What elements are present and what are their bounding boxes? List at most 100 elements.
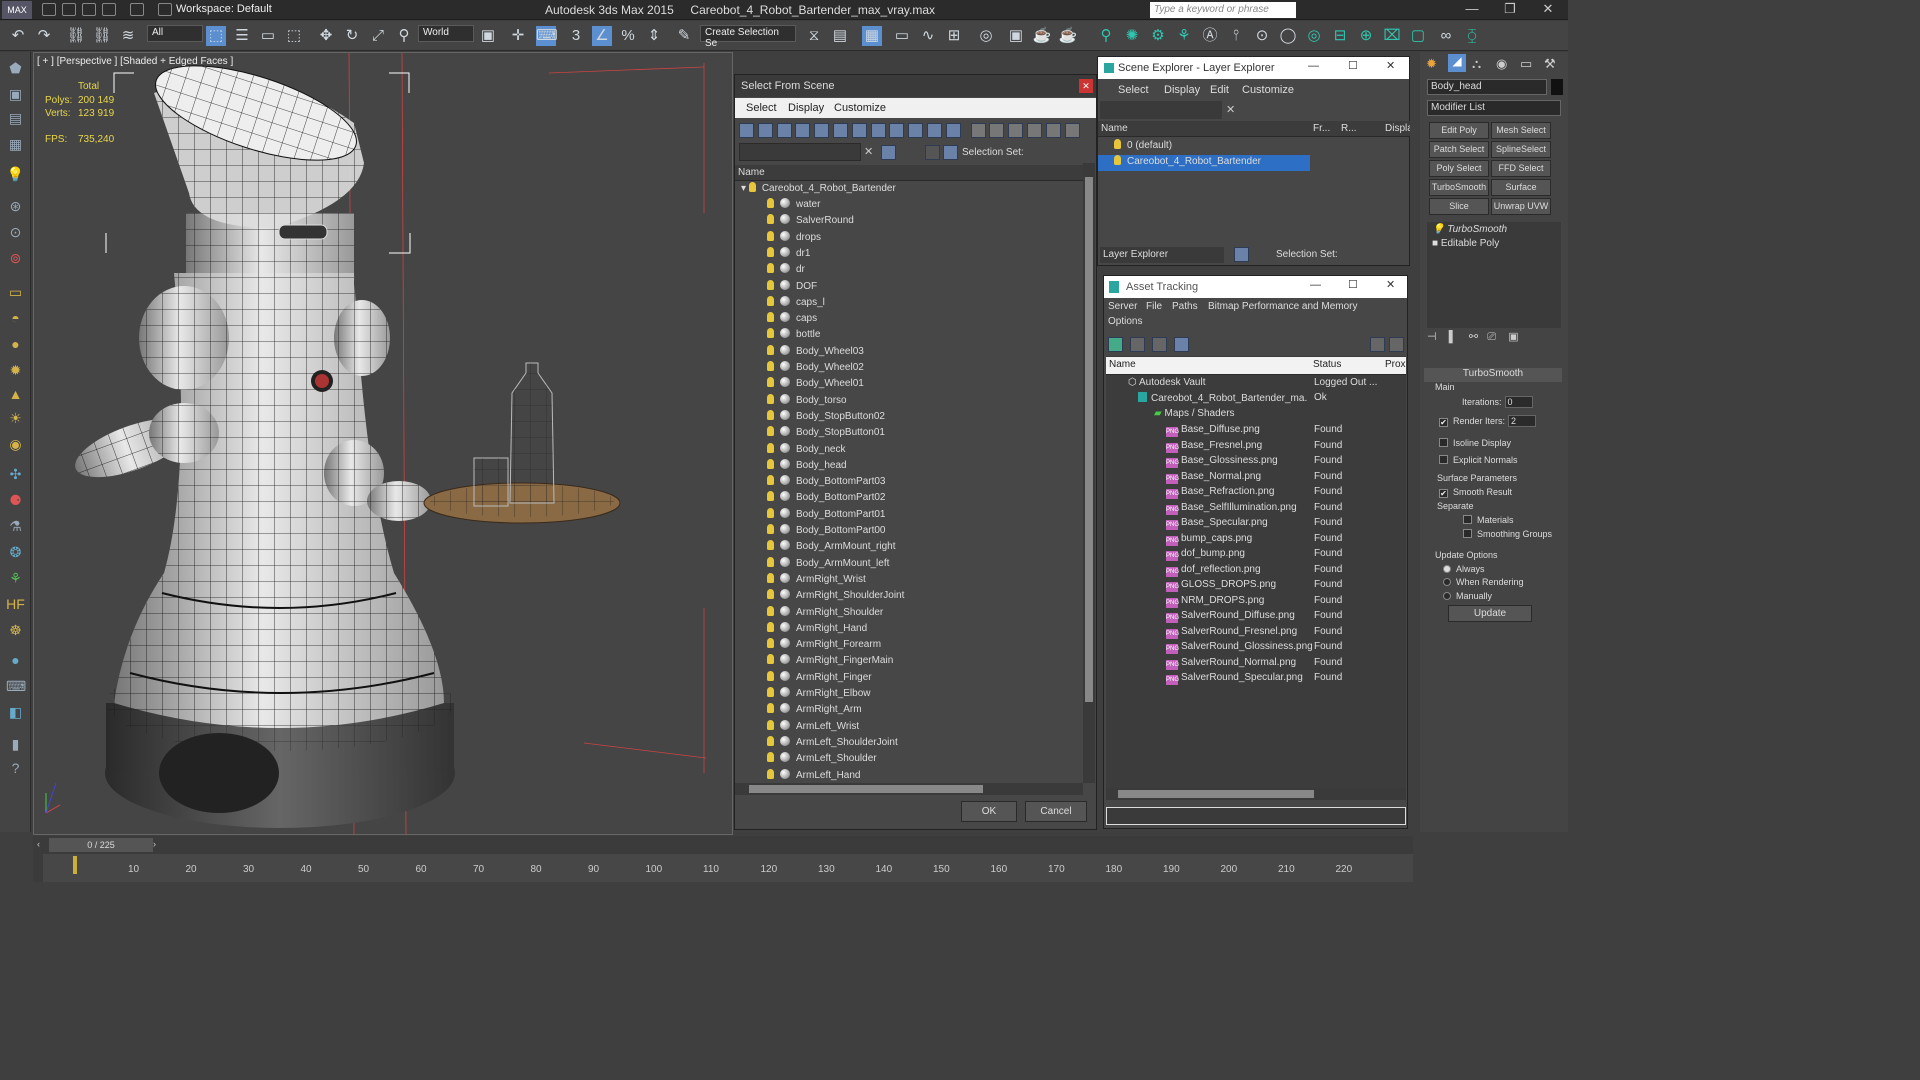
vray-toolbar-icon[interactable]: ◯ — [1278, 26, 1298, 46]
name-column-header[interactable]: Name — [735, 165, 1083, 181]
workspace-selector[interactable]: Workspace: Default — [176, 3, 272, 15]
minimize-button[interactable]: — — [1310, 279, 1321, 291]
rollout-header[interactable]: TurboSmooth — [1424, 368, 1562, 382]
stack-item-turbosmooth[interactable]: 💡 TurboSmooth — [1432, 224, 1507, 235]
spacewarp-icon[interactable]: ⊚ — [6, 250, 25, 269]
open-file-icon[interactable] — [62, 3, 76, 16]
clear-icon[interactable]: ✕ — [1226, 103, 1235, 116]
layer-icon[interactable] — [925, 145, 940, 160]
pivot-icon[interactable]: ▣ — [478, 26, 498, 46]
vray-logo-icon[interactable]: ◧ — [6, 704, 25, 723]
layer-row-careobot[interactable]: Careobot_4_Robot_Bartender — [1098, 155, 1310, 171]
filter-helpers-icon[interactable] — [814, 123, 830, 138]
filter-xrefs-icon[interactable] — [870, 123, 886, 138]
modifier-button[interactable]: Edit Poly — [1429, 122, 1489, 139]
filter-frozen-icon[interactable] — [927, 123, 942, 138]
filter-containers-icon[interactable] — [908, 123, 924, 138]
name-column-header[interactable]: Name — [1106, 357, 1310, 375]
filter-all-icon[interactable] — [970, 123, 986, 138]
modifier-list-combo[interactable]: Modifier List — [1427, 100, 1561, 116]
mirror-icon[interactable]: ⧖ — [804, 26, 824, 46]
asset-map-row[interactable]: PNG Base_SelfIllumination.png — [1166, 502, 1297, 518]
scene-object-row[interactable]: ArmLeft_Wrist — [767, 719, 859, 736]
cylinder-icon[interactable]: ▤ — [6, 110, 25, 129]
project-icon[interactable] — [158, 3, 172, 16]
vray-sphere-icon[interactable]: ⫯ — [1226, 26, 1246, 46]
vertical-scrollbar[interactable] — [1083, 163, 1095, 783]
scale-icon[interactable]: ⤢ — [368, 26, 388, 46]
help-icon[interactable]: ? — [6, 760, 25, 779]
select-by-name-icon[interactable]: ☰ — [232, 26, 252, 46]
explicit-normals-checkbox[interactable]: Explicit Normals — [1439, 455, 1518, 465]
proxy-column-header[interactable]: Prox — [1382, 357, 1406, 375]
scene-object-row[interactable]: Body_BottomPart01 — [767, 507, 886, 524]
layer-mode-icon[interactable] — [1234, 247, 1249, 262]
filter-cameras-icon[interactable] — [795, 123, 811, 138]
spinner-snap-icon[interactable]: ⇕ — [644, 26, 664, 46]
select-object-icon[interactable]: ⬚ — [206, 26, 226, 46]
filter-collapse-icon[interactable] — [1064, 123, 1080, 138]
clear-icon[interactable]: ✕ — [864, 145, 873, 158]
scene-object-row[interactable]: ArmRight_Elbow — [767, 687, 870, 703]
scene-object-row[interactable]: water — [767, 198, 820, 214]
vray-proxy-icon[interactable]: ⚙ — [1148, 26, 1168, 46]
menu-bitmap-performance[interactable]: Bitmap Performance and Memory — [1208, 301, 1358, 312]
menu-server[interactable]: Server — [1108, 301, 1137, 312]
refresh-icon[interactable] — [1108, 337, 1123, 352]
app-logo-icon[interactable]: MAX — [2, 1, 32, 19]
scene-object-row[interactable]: Body_Wheel02 — [767, 361, 864, 377]
scene-object-row[interactable]: Body_Wheel01 — [767, 377, 864, 393]
system-icon[interactable]: ▭ — [6, 284, 25, 303]
redo-icon[interactable]: ↷ — [34, 26, 54, 46]
close-button[interactable]: ✕ — [1386, 278, 1395, 291]
asset-map-row[interactable]: PNG SalverRound_Specular.png — [1166, 672, 1303, 688]
menu-select[interactable]: Select — [746, 102, 777, 114]
smooth-result-checkbox[interactable]: ✔ Smooth Result — [1439, 487, 1512, 498]
edit-named-selection-icon[interactable]: ✎ — [674, 26, 694, 46]
rendered-frame-icon[interactable]: ☕ — [1032, 26, 1052, 46]
ok-button[interactable]: OK — [961, 801, 1017, 822]
window-crossing-icon[interactable]: ⬚ — [284, 26, 304, 46]
vray-fur2-icon[interactable]: ∞ — [1436, 26, 1456, 46]
unlink-icon[interactable]: ⛓ — [92, 26, 112, 46]
asset-map-row[interactable]: PNG bump_caps.png — [1166, 533, 1252, 549]
filter-bones-icon[interactable] — [889, 123, 905, 138]
scene-object-row[interactable]: Body_BottomPart02 — [767, 491, 886, 507]
asset-row-vault[interactable]: ⬡ Autodesk Vault — [1128, 377, 1308, 393]
scene-object-row[interactable]: drops — [767, 230, 821, 247]
next-frame-icon[interactable]: › — [153, 839, 156, 849]
scene-object-row[interactable]: Body_StopButton02 — [767, 409, 885, 426]
menu-customize[interactable]: Customize — [1242, 84, 1294, 96]
materials-checkbox[interactable]: Materials — [1463, 515, 1514, 525]
redo-icon[interactable] — [130, 3, 144, 16]
find-field[interactable] — [739, 143, 861, 161]
filter-lights-icon[interactable] — [776, 123, 792, 138]
scene-object-row[interactable]: SalverRound — [767, 214, 854, 230]
filter-spacewarps-icon[interactable] — [833, 123, 848, 138]
thumbnail-view-icon[interactable] — [1152, 337, 1167, 352]
prev-frame-icon[interactable]: ‹ — [37, 839, 40, 849]
link-icon[interactable]: ⛓ — [66, 26, 86, 46]
modifier-button[interactable]: Unwrap UVW — [1491, 198, 1551, 215]
menu-display[interactable]: Display — [1164, 84, 1200, 96]
asset-map-row[interactable]: PNG dof_reflection.png — [1166, 564, 1261, 580]
modifier-button[interactable]: Mesh Select — [1491, 122, 1551, 139]
update-button[interactable]: Update — [1448, 605, 1532, 622]
menu-display[interactable]: Display — [788, 102, 824, 114]
filter-none-icon[interactable] — [989, 123, 1005, 138]
place-icon[interactable]: ⚲ — [394, 26, 414, 46]
select-manipulate-icon[interactable]: ✛ — [508, 26, 528, 46]
filter-filter-icon[interactable] — [1027, 123, 1042, 138]
cancel-button[interactable]: Cancel — [1025, 801, 1087, 822]
name-column-header[interactable]: Name — [1098, 121, 1310, 137]
angle-snap-icon[interactable]: ∠ — [592, 26, 612, 46]
scene-object-row[interactable]: Body_torso — [767, 393, 847, 410]
vray-mesh-icon[interactable]: ⊙ — [1252, 26, 1272, 46]
freeze-column-header[interactable]: Fr... — [1310, 121, 1338, 137]
scene-object-row[interactable]: bottle — [767, 328, 820, 344]
menu-paths[interactable]: Paths — [1172, 301, 1198, 312]
asset-row-file[interactable]: Careobot_4_Robot_Bartender_ma... — [1138, 392, 1308, 408]
rays-icon[interactable]: ✹ — [6, 362, 25, 381]
scene-object-row[interactable]: ArmRight_Wrist — [767, 572, 866, 589]
bind-space-warp-icon[interactable]: ≋ — [118, 26, 138, 46]
